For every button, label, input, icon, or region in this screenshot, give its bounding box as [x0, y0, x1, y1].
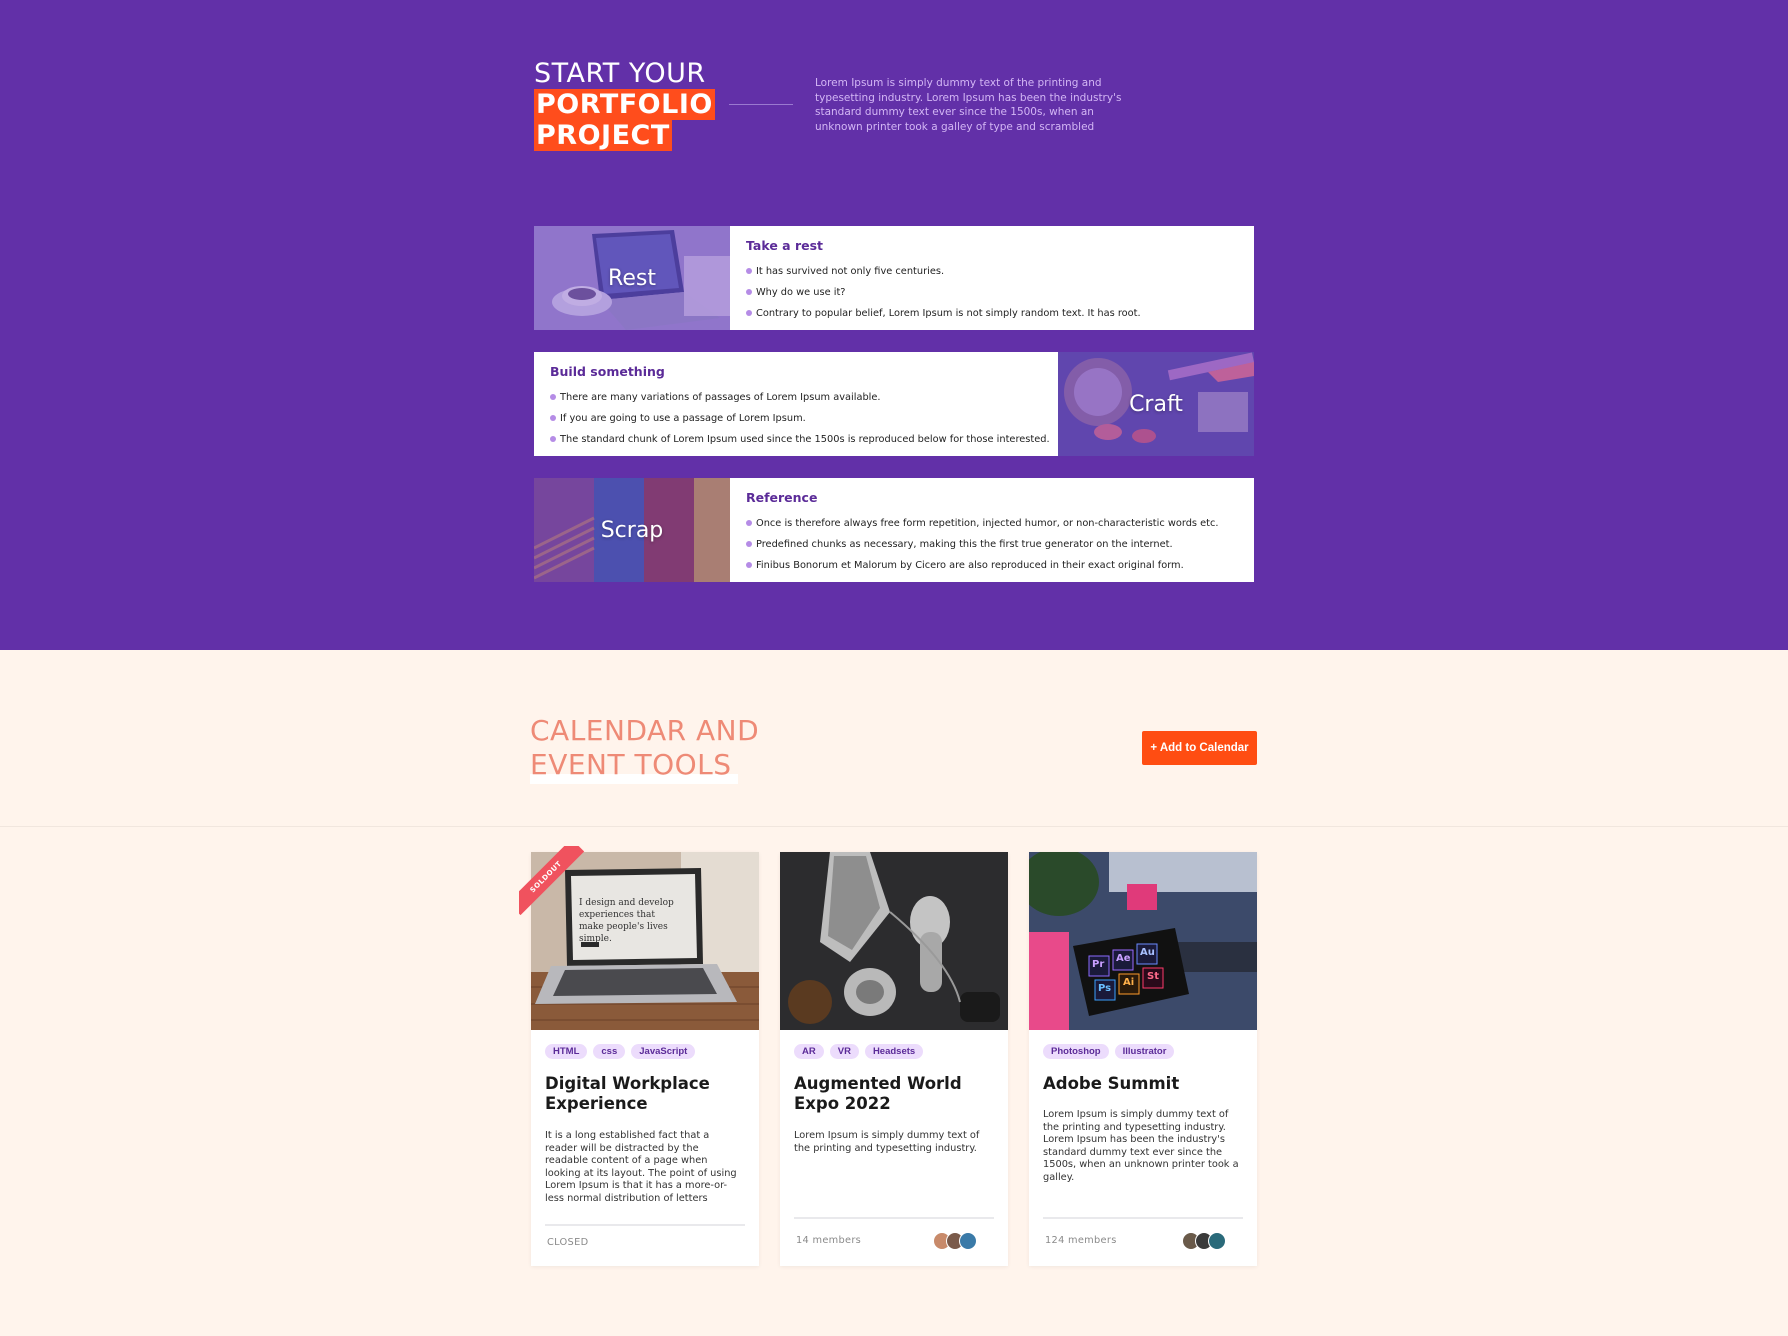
- event-tags: AR VR Headsets: [794, 1044, 924, 1059]
- adobe-tablet-photo: [1029, 852, 1257, 1030]
- event-tag[interactable]: css: [593, 1044, 626, 1059]
- event-tags: HTML css JavaScript: [545, 1044, 696, 1059]
- feature-list: There are many variations of passages of…: [550, 387, 1050, 450]
- feature-list-item: If you are going to use a passage of Lor…: [550, 408, 1050, 429]
- feature-image-caption: Craft: [1129, 391, 1183, 417]
- event-tag[interactable]: Photoshop: [1043, 1044, 1109, 1059]
- add-to-calendar-button[interactable]: + Add to Calendar: [1142, 731, 1257, 765]
- feature-list: It has survived not only five centuries.…: [746, 261, 1141, 324]
- event-tag[interactable]: HTML: [545, 1044, 588, 1059]
- event-tag[interactable]: AR: [794, 1044, 824, 1059]
- adobe-ps-icon: Ps: [1098, 983, 1112, 994]
- vr-headset-photo: [780, 852, 1008, 1030]
- portfolio-hero-section: START YOUR PORTFOLIO PROJECT Lorem Ipsum…: [0, 0, 1788, 650]
- event-description: Lorem Ipsum is simply dummy text of the …: [1043, 1109, 1239, 1183]
- event-tag[interactable]: JavaScript: [631, 1044, 696, 1059]
- event-tag[interactable]: VR: [829, 1044, 859, 1059]
- event-tag[interactable]: Headsets: [864, 1044, 924, 1059]
- feature-list-item: Finibus Bonorum et Malorum by Cicero are…: [746, 555, 1219, 576]
- event-footer-divider: [545, 1224, 745, 1226]
- event-card[interactable]: Pr Ae Au Ps Ai St Photoshop Illustrator …: [1029, 852, 1257, 1266]
- feature-list-item: Contrary to popular belief, Lorem Ipsum …: [746, 303, 1141, 324]
- feature-body: Take a rest It has survived not only fiv…: [730, 226, 1157, 324]
- avatar: [1208, 1232, 1226, 1250]
- adobe-st-icon: St: [1147, 971, 1159, 982]
- feature-body: Reference Once is therefore always free …: [730, 478, 1235, 576]
- adobe-ai-icon: Ai: [1123, 977, 1135, 988]
- feature-list-item: Predefined chunks as necessary, making t…: [746, 534, 1219, 555]
- hero-divider-line: [729, 104, 793, 105]
- event-members-count: 14 members: [796, 1235, 862, 1246]
- feature-body: Build something There are many variation…: [534, 352, 1066, 450]
- member-avatars[interactable]: [933, 1232, 977, 1250]
- avatar: [959, 1232, 977, 1250]
- event-card-image: [780, 852, 1008, 1030]
- event-title[interactable]: Digital Workplace Experience: [545, 1074, 745, 1114]
- feature-title: Take a rest: [746, 238, 824, 253]
- feature-image-scrap: Scrap: [534, 478, 730, 582]
- event-footer-divider: [1043, 1217, 1243, 1219]
- adobe-au-icon: Au: [1140, 947, 1155, 958]
- soldout-label: SOLDOUT: [519, 846, 585, 916]
- hero-title-line1: START YOUR: [534, 58, 706, 89]
- calendar-title-line2: EVENT TOOLS: [530, 748, 732, 781]
- feature-list: Once is therefore always free form repet…: [746, 513, 1219, 576]
- hero-title: START YOUR PORTFOLIO PROJECT: [534, 58, 715, 151]
- event-tag[interactable]: Illustrator: [1114, 1044, 1175, 1059]
- event-title[interactable]: Adobe Summit: [1043, 1074, 1243, 1094]
- calendar-title-line1: CALENDAR AND: [530, 714, 760, 747]
- event-card[interactable]: I design and develop experiences that ma…: [519, 846, 759, 1266]
- feature-image-caption: Scrap: [600, 517, 664, 543]
- adobe-pr-icon: Pr: [1092, 959, 1105, 970]
- feature-title: Build something: [550, 364, 665, 379]
- calendar-section-title: CALENDAR AND EVENT TOOLS: [530, 714, 760, 784]
- feature-title: Reference: [746, 490, 818, 505]
- feature-card-rest: Rest Take a rest It has survived not onl…: [534, 226, 1254, 330]
- feature-list-item: There are many variations of passages of…: [550, 387, 1050, 408]
- event-card-image: Pr Ae Au Ps Ai St: [1029, 852, 1257, 1030]
- event-description: It is a long established fact that a rea…: [545, 1130, 737, 1204]
- hero-title-line2: PORTFOLIO: [534, 89, 715, 120]
- feature-list-item: Why do we use it?: [746, 282, 1141, 303]
- adobe-ae-icon: Ae: [1116, 953, 1131, 964]
- event-status: CLOSED: [547, 1237, 589, 1248]
- member-avatars[interactable]: [1182, 1232, 1226, 1250]
- feature-card-scrap: Scrap Reference Once is therefore always…: [534, 478, 1254, 582]
- feature-list-item: Once is therefore always free form repet…: [746, 513, 1219, 534]
- feature-card-craft: Build something There are many variation…: [534, 352, 1254, 456]
- feature-image-craft: Craft: [1058, 352, 1254, 456]
- event-footer-divider: [794, 1217, 994, 1219]
- feature-list-item: It has survived not only five centuries.: [746, 261, 1141, 282]
- event-title[interactable]: Augmented World Expo 2022: [794, 1074, 994, 1114]
- feature-image-caption: Rest: [608, 265, 656, 291]
- event-tags: Photoshop Illustrator: [1043, 1044, 1175, 1059]
- section-divider: [0, 826, 1788, 827]
- event-description: Lorem Ipsum is simply dummy text of the …: [794, 1130, 980, 1154]
- hero-title-line3: PROJECT: [534, 120, 672, 151]
- feature-list-item: The standard chunk of Lorem Ipsum used s…: [550, 429, 1050, 450]
- feature-image-rest: Rest: [534, 226, 730, 330]
- hero-description: Lorem Ipsum is simply dummy text of the …: [815, 77, 1122, 133]
- soldout-ribbon: SOLDOUT: [519, 846, 599, 926]
- event-members-count: 124 members: [1045, 1235, 1117, 1246]
- event-card[interactable]: AR VR Headsets Augmented World Expo 2022…: [780, 852, 1008, 1266]
